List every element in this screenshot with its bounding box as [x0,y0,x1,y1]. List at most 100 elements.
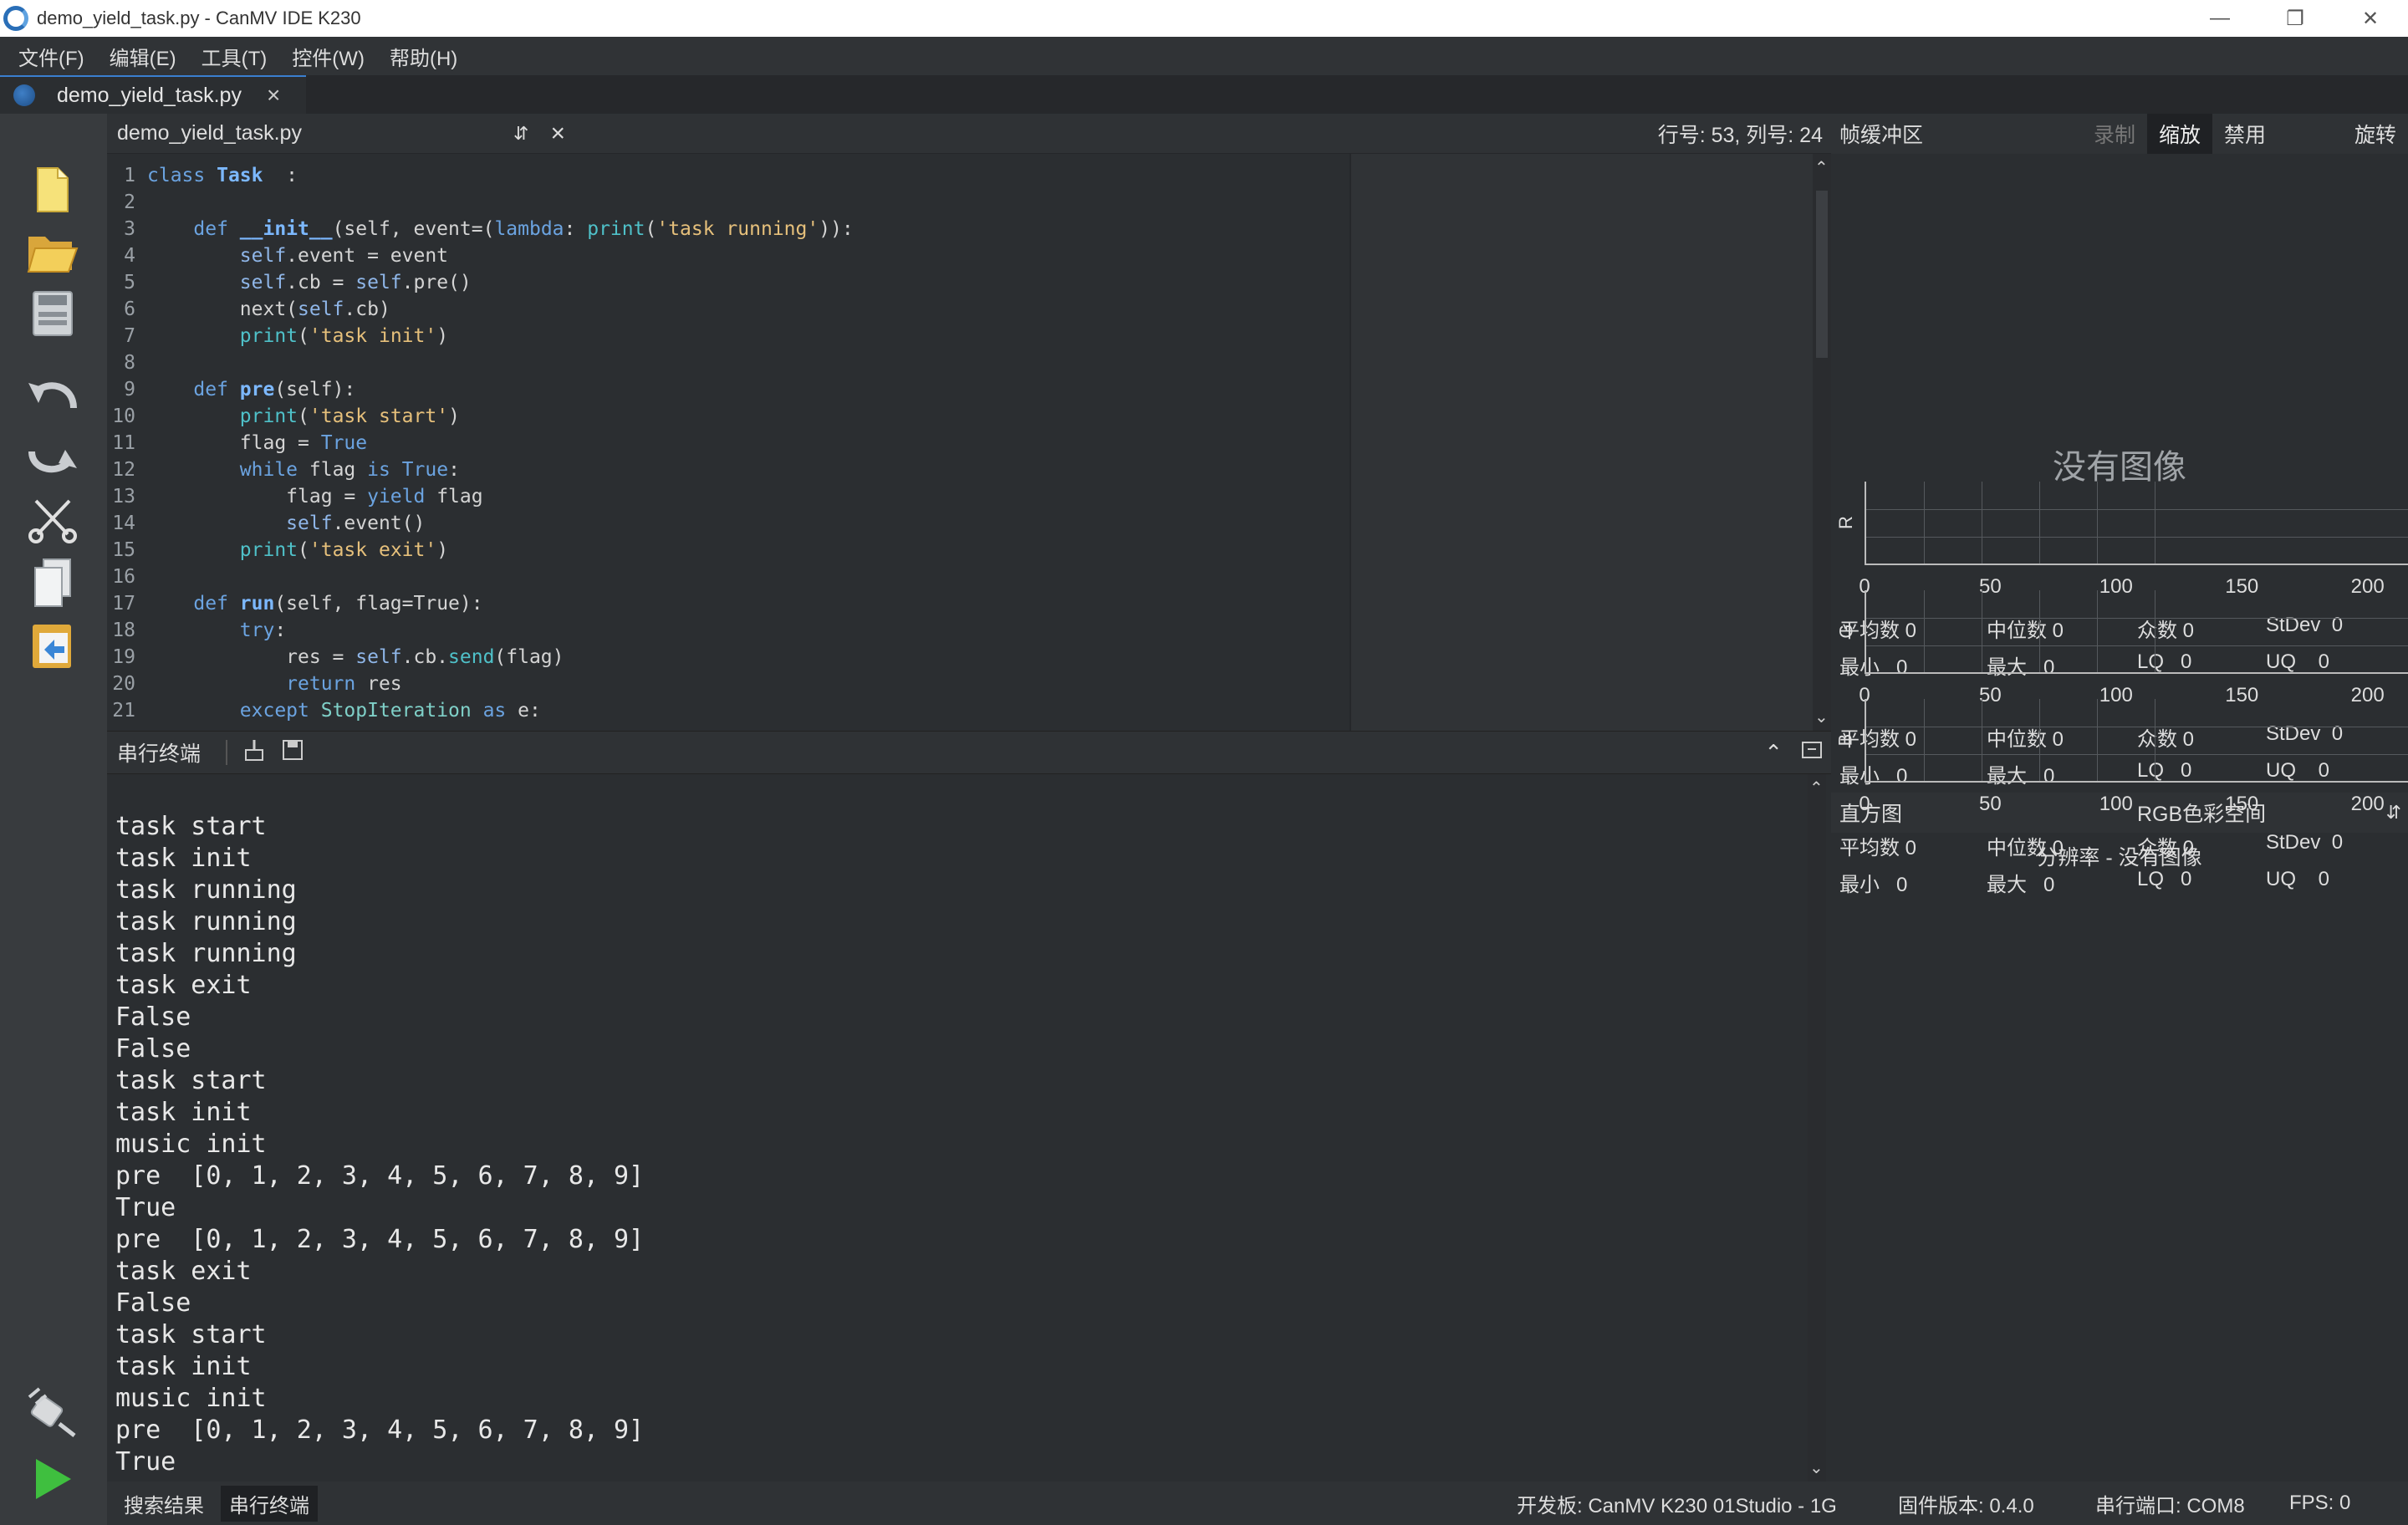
code-token: self [239,272,287,293]
x-tick-label: 50 [1979,793,2002,815]
code-text: except StopIteration as e: [147,697,541,724]
undo-button[interactable] [23,365,82,423]
close-window-button[interactable]: ✕ [2333,0,2408,37]
close-editor-icon[interactable]: × [550,120,565,148]
code-line[interactable]: 11 flag = True [107,430,1349,456]
code-line[interactable]: 19 res = self.cb.send(flag) [107,644,1349,671]
x-tick-label: 200 [2350,793,2385,815]
code-line[interactable]: 16 [107,564,1349,590]
histogram-plot-g [1865,590,2408,674]
code-token: flag = [147,486,368,507]
menu-edit[interactable]: 编辑(E) [110,42,176,71]
redo-button[interactable] [23,426,82,485]
menu-help[interactable]: 帮助(H) [390,42,457,71]
menu-file[interactable]: 文件(F) [18,42,84,71]
editor-filename: demo_yield_task.py [117,121,302,145]
undo-icon [28,382,77,409]
terminal-clear-button[interactable] [242,738,266,768]
code-token: run [239,593,275,615]
code-text: try: [147,617,286,644]
menu-tools[interactable]: 工具(T) [202,42,268,71]
code-line[interactable]: 7 print('task init') [107,323,1349,349]
line-number: 6 [124,298,135,320]
code-line[interactable]: 13 flag = yield flag [107,483,1349,510]
file-tab[interactable]: demo_yield_task.py × [0,75,306,114]
code-line[interactable]: 10 print('task start') [107,403,1349,430]
code-token: .pre() [401,272,472,293]
tab-search-results[interactable]: 搜索结果 [115,1486,212,1522]
line-number: 19 [112,646,135,668]
new-file-button[interactable] [23,161,82,219]
code-line[interactable]: 14 self.event() [107,510,1349,537]
redo-icon [28,450,77,473]
terminal-scroll-down-icon[interactable]: ⌄ [1809,1457,1824,1478]
code-line[interactable]: 12 while flag is True: [107,456,1349,483]
paste-button[interactable] [23,615,82,674]
minimize-button[interactable]: — [2182,0,2258,37]
code-token: (self, event=( [332,218,495,240]
code-text: def __init__(self, event=(lambda: print(… [147,216,853,242]
copy-button[interactable] [23,553,82,612]
x-tick-label: 100 [2099,793,2133,815]
save-log-icon [283,739,304,760]
code-text: class Task : [147,162,298,189]
code-line[interactable]: 20 return res [107,671,1349,697]
code-line[interactable]: 1 class Task : [107,162,1349,189]
scroll-up-icon[interactable]: ⌃ [1814,157,1829,178]
code-line[interactable]: 4 self.event = event [107,242,1349,269]
code-line[interactable]: 3 def __init__(self, event=(lambda: prin… [107,216,1349,242]
open-file-button[interactable] [23,222,82,281]
code-token: ) [436,539,449,561]
code-editor[interactable]: 1 class Task : 2 3 def __init__(self, event… [107,154,1349,731]
code-token: e: [506,700,541,722]
tab-serial-terminal[interactable]: 串行终端 [221,1485,318,1522]
run-button[interactable] [23,1450,82,1508]
terminal-save-button[interactable] [281,738,304,768]
maximize-panel-icon[interactable]: ⌃ [1764,740,1783,766]
scroll-down-icon[interactable]: ⌄ [1814,706,1829,727]
code-line[interactable]: 6 next(self.cb) [107,296,1349,323]
terminal-line: pre [0, 1, 2, 3, 4, 5, 6, 7, 8, 9] [115,1415,645,1445]
code-line[interactable]: 8 [107,349,1349,376]
terminal-line: task init [115,844,252,873]
line-number: 2 [124,191,135,213]
file-switch-icon[interactable]: ⇵ [513,123,528,145]
zoom-button[interactable]: 缩放 [2147,114,2212,154]
code-line[interactable]: 17 def run(self, flag=True): [107,590,1349,617]
menu-widgets[interactable]: 控件(W) [292,42,365,71]
close-tab-icon[interactable]: × [267,82,280,109]
code-token: : [263,165,298,186]
editor-scroll-thumb[interactable] [1816,191,1828,358]
line-number: 16 [112,566,135,588]
connect-button[interactable] [23,1383,82,1441]
code-token: ( [298,405,309,427]
disable-button[interactable]: 禁用 [2212,114,2278,154]
line-number: 8 [124,352,135,374]
restore-button[interactable]: ❐ [2258,0,2333,37]
terminal-line: task exit [115,1257,252,1286]
serial-terminal-output[interactable]: task start task init task running task runn… [107,774,1808,1482]
code-token: print [239,325,298,347]
code-line[interactable]: 9 def pre(self): [107,376,1349,403]
close-panel-button[interactable] [1801,741,1823,765]
code-line[interactable]: 2 [107,189,1349,216]
framebuffer-title: 帧缓冲区 [1839,124,1924,147]
code-line[interactable]: 21 except StopIteration as e: [107,697,1349,724]
code-token: yield [367,486,426,507]
rotate-button[interactable]: 旋转 [2343,114,2408,154]
editor-scrollbar[interactable]: ⌃ ⌄ [1813,154,1831,731]
code-line[interactable]: 15 print('task exit') [107,537,1349,564]
cut-button[interactable] [23,492,82,550]
left-toolbar [0,114,107,1525]
terminal-scrollbar[interactable]: ⌃ ⌄ [1808,774,1826,1482]
save-file-button[interactable] [23,284,82,343]
terminal-scroll-up-icon[interactable]: ⌃ [1809,778,1824,798]
code-line[interactable]: 5 self.cb = self.pre() [107,269,1349,296]
code-token: ) [448,405,460,427]
record-button[interactable]: 录制 [2082,114,2147,154]
code-line[interactable]: 18 try: [107,617,1349,644]
fps-readout: FPS: 0 [2289,1492,2351,1514]
